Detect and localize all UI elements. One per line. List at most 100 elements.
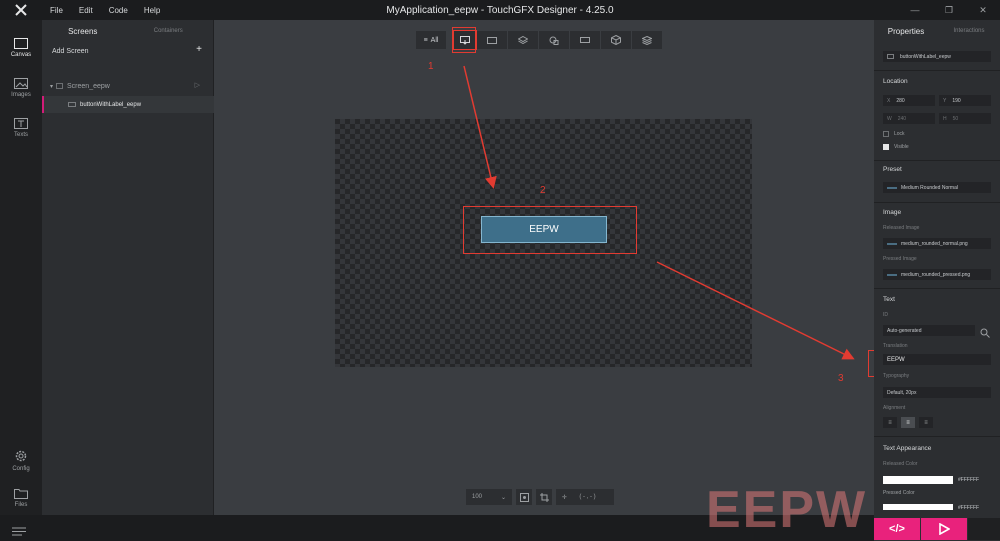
visible-label: Visible — [894, 144, 909, 150]
properties-tabs: Properties Interactions — [874, 20, 1000, 42]
properties-panel: Properties Interactions buttonWithLabel_… — [874, 20, 1000, 515]
tab-interactions[interactable]: Interactions — [938, 28, 1000, 34]
divider — [874, 160, 1000, 161]
filter-all-button[interactable]: ≡ All — [416, 31, 446, 49]
left-rail: Canvas Images Texts Config Files — [0, 20, 42, 515]
rail-texts[interactable]: Texts — [0, 108, 42, 148]
chevron-down-icon[interactable]: ▾ — [50, 83, 53, 90]
filter-image-widgets[interactable] — [477, 31, 507, 49]
crosshair-icon: ✛ — [562, 494, 568, 501]
lock-checkbox[interactable] — [883, 131, 889, 137]
hamburger-menu-icon[interactable] — [12, 523, 26, 541]
rail-canvas[interactable]: Canvas — [0, 28, 42, 68]
released-image-field[interactable]: medium_rounded_normal.png — [883, 238, 991, 249]
code-icon: </> — [889, 523, 905, 535]
align-left-button[interactable]: ≡ — [883, 417, 897, 428]
align-right-button[interactable]: ≡ — [919, 417, 933, 428]
tab-containers[interactable]: Containers — [124, 28, 213, 34]
text-id-field[interactable]: Auto-generated — [883, 325, 975, 336]
annotation-number-3: 3 — [838, 373, 844, 384]
rail-canvas-label: Canvas — [10, 52, 32, 58]
filter-text-widgets[interactable] — [570, 31, 600, 49]
align-right-icon: ≡ — [924, 419, 928, 426]
typography-select[interactable]: Default, 20px — [883, 387, 991, 398]
zoom-fit-button[interactable] — [516, 489, 532, 505]
crop-icon — [539, 492, 549, 502]
filter-shape-widgets[interactable] — [539, 31, 569, 49]
appearance-title: Text Appearance — [883, 445, 932, 452]
images-icon — [14, 78, 28, 89]
pressed-image-label: Pressed Image — [883, 256, 917, 262]
visible-checkbox[interactable] — [883, 144, 889, 150]
annotation-number-2: 2 — [540, 185, 546, 196]
button-widget-icon — [68, 102, 76, 107]
pressed-color-label: Pressed Color — [883, 490, 915, 496]
folder-icon — [14, 489, 28, 499]
pressed-image-value: medium_rounded_pressed.png — [901, 271, 971, 278]
run-options-button[interactable] — [968, 518, 1000, 540]
widget-name-field[interactable]: buttonWithLabel_eepw — [883, 51, 991, 62]
pressed-image-field[interactable]: medium_rounded_pressed.png — [883, 269, 991, 280]
translation-label: Translation — [883, 343, 908, 349]
rail-config[interactable]: Config — [0, 440, 42, 480]
text-widget-icon — [580, 37, 590, 43]
widget-name-value: buttonWithLabel_eepw — [900, 53, 951, 60]
menu-code[interactable]: Code — [101, 6, 136, 15]
filter-container-widgets[interactable] — [508, 31, 538, 49]
menu-bar: File Edit Code Help — [42, 6, 168, 15]
w-field[interactable]: W 240 — [883, 113, 935, 124]
generate-code-button[interactable]: </> — [874, 518, 920, 540]
pressed-color-swatch[interactable] — [883, 504, 953, 510]
text-title: Text — [883, 296, 895, 303]
widget-tree-item[interactable]: buttonWithLabel_eepw — [42, 96, 214, 113]
preset-swatch-icon — [887, 186, 897, 189]
zoom-value: 100 — [472, 494, 483, 500]
h-field[interactable]: H 50 — [939, 113, 991, 124]
filter-misc-widgets[interactable] — [632, 31, 662, 49]
preset-select[interactable]: Medium Rounded Normal — [883, 182, 991, 193]
restore-icon[interactable]: ❐ — [932, 0, 966, 20]
translation-field[interactable]: EEPW — [883, 354, 991, 365]
screen-name: Screen_eepw — [67, 82, 110, 90]
rail-images[interactable]: Images — [0, 68, 42, 108]
preset-title: Preset — [883, 166, 902, 173]
pressed-color-hex[interactable]: #FFFFFF — [958, 505, 979, 511]
touchgfx-logo-icon[interactable] — [0, 0, 42, 20]
rail-files[interactable]: Files — [0, 478, 42, 518]
plus-icon[interactable]: + — [196, 44, 202, 55]
add-screen-button[interactable]: Add Screen + — [42, 42, 214, 60]
align-center-button[interactable]: ≡ — [901, 417, 915, 428]
search-icon[interactable] — [980, 325, 990, 343]
menu-file[interactable]: File — [42, 6, 71, 15]
released-color-label: Released Color — [883, 461, 918, 467]
gear-icon — [15, 450, 27, 461]
screen-tree-item[interactable]: ▾ Screen_eepw ▷ — [42, 79, 214, 93]
menu-edit[interactable]: Edit — [71, 6, 101, 15]
run-simulator-button[interactable] — [921, 518, 967, 540]
cursor-coordinates: ✛ ( - , - ) — [556, 489, 614, 505]
filter-3d-widgets[interactable] — [601, 31, 631, 49]
annotation-box-2 — [463, 206, 637, 254]
h-label: H — [943, 115, 947, 122]
play-icon[interactable]: ▷ — [195, 81, 200, 89]
released-image-value: medium_rounded_normal.png — [901, 240, 968, 247]
canvas-area: ≡ All EEPW 100 ⌄ ✛ (- , -) — [214, 20, 874, 515]
tab-screens[interactable]: Screens — [42, 27, 124, 36]
align-left-icon: ≡ — [888, 419, 892, 426]
minimize-icon[interactable]: — — [898, 0, 932, 20]
divider — [874, 70, 1000, 71]
released-color-swatch[interactable] — [883, 476, 953, 484]
annotation-box-1 — [452, 27, 476, 53]
image-swatch-icon — [887, 242, 897, 245]
lock-label: Lock — [894, 131, 905, 137]
y-field[interactable]: Y 190 — [939, 95, 991, 106]
crop-button[interactable] — [536, 489, 552, 505]
close-icon[interactable]: ✕ — [966, 0, 1000, 20]
menu-help[interactable]: Help — [136, 6, 168, 15]
tab-properties[interactable]: Properties — [874, 27, 938, 36]
x-field[interactable]: X 280 — [883, 95, 935, 106]
released-color-hex[interactable]: #FFFFFF — [958, 477, 979, 483]
x-value: 280 — [896, 97, 905, 104]
canvas-bottom-toolbar: 100 ⌄ ✛ ( - , - ) — [466, 489, 614, 505]
zoom-select[interactable]: 100 ⌄ — [466, 489, 512, 505]
